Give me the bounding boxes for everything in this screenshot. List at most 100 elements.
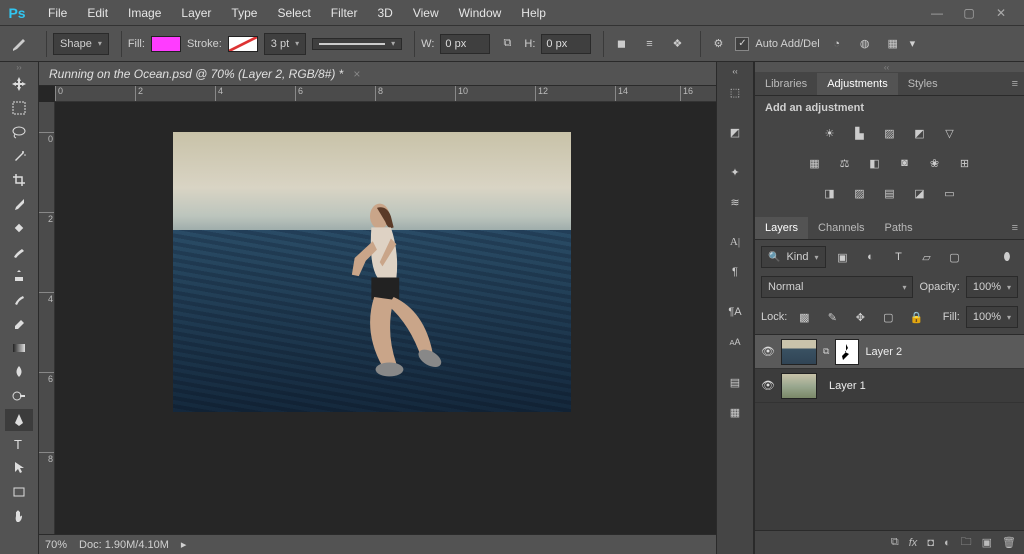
paragraph-panel-icon[interactable]: ¶ — [721, 258, 749, 286]
hue-sat-icon[interactable]: ▦ — [805, 154, 825, 172]
lock-pixels-icon[interactable]: ✎ — [821, 306, 843, 328]
magnet-icon[interactable]: ◔ — [826, 33, 848, 55]
bw-icon[interactable]: ◧ — [865, 154, 885, 172]
curves-icon[interactable]: ▨ — [880, 124, 900, 142]
rectangle-tool[interactable] — [5, 481, 33, 503]
eyedropper-tool[interactable] — [5, 193, 33, 215]
shape-mode-dropdown[interactable]: Shape ▾ — [53, 33, 109, 55]
layer-thumbnail[interactable] — [781, 339, 817, 365]
link-icon[interactable]: ⧉ — [496, 33, 518, 55]
history-brush-tool[interactable] — [5, 289, 33, 311]
close-button[interactable]: ✕ — [992, 6, 1010, 20]
layer-effects-icon[interactable]: fx — [909, 537, 918, 549]
tab-layers[interactable]: Layers — [755, 217, 808, 239]
height-input[interactable] — [541, 34, 591, 54]
blur-tool[interactable] — [5, 361, 33, 383]
threshold-icon[interactable]: ▤ — [880, 184, 900, 202]
menu-file[interactable]: File — [38, 2, 77, 24]
invert-icon[interactable]: ◨ — [820, 184, 840, 202]
menu-layer[interactable]: Layer — [171, 2, 221, 24]
align-icon[interactable]: ≡ — [638, 33, 660, 55]
exposure-icon[interactable]: ◩ — [910, 124, 930, 142]
new-adjustment-icon[interactable]: ◐ — [944, 537, 951, 549]
panel-menu-icon[interactable]: ≡ — [1006, 222, 1024, 234]
menu-edit[interactable]: Edit — [77, 2, 118, 24]
panel-handle[interactable]: ›› — [0, 62, 38, 72]
gear-icon[interactable]: ⚙ — [707, 33, 729, 55]
eraser-tool[interactable] — [5, 313, 33, 335]
menu-window[interactable]: Window — [449, 2, 512, 24]
ruler-horizontal[interactable]: 0 2 4 6 8 10 12 14 16 — [55, 86, 716, 102]
lasso-tool[interactable] — [5, 121, 33, 143]
char-styles-icon[interactable]: ¶A — [721, 298, 749, 326]
character-panel-icon[interactable]: A| — [721, 228, 749, 256]
tool-preset-picker[interactable] — [6, 32, 40, 56]
menu-select[interactable]: Select — [267, 2, 320, 24]
tab-channels[interactable]: Channels — [808, 217, 874, 239]
delete-layer-icon[interactable]: 🗑 — [1002, 536, 1016, 549]
brush-presets-icon[interactable]: ≋ — [721, 188, 749, 216]
menu-view[interactable]: View — [403, 2, 449, 24]
arrange-icon[interactable]: ❖ — [666, 33, 688, 55]
tab-adjustments[interactable]: Adjustments — [817, 73, 898, 95]
path-ops-icon[interactable]: ◼ — [610, 33, 632, 55]
lock-artboard-icon[interactable]: ▢ — [877, 306, 899, 328]
layer-thumbnail[interactable] — [781, 373, 817, 399]
add-mask-icon[interactable]: ◘ — [927, 537, 934, 549]
filter-smart-icon[interactable]: ▢ — [944, 246, 966, 268]
move-tool[interactable] — [5, 73, 33, 95]
dodge-tool[interactable] — [5, 385, 33, 407]
filter-toggle-icon[interactable]: ⬮ — [996, 246, 1018, 268]
stroke-style-dropdown[interactable]: ▾ — [312, 38, 402, 50]
3d-panel-icon[interactable]: ⬚ — [721, 78, 749, 106]
selective-color-icon[interactable]: ◪ — [910, 184, 930, 202]
filter-shape-icon[interactable]: ▱ — [916, 246, 938, 268]
visibility-toggle[interactable]: 👁 — [761, 345, 775, 358]
ruler-vertical[interactable]: 0 2 4 6 8 — [39, 102, 55, 534]
layer-filter-dropdown[interactable]: 🔍 Kind ▾ — [761, 246, 826, 268]
document-tab[interactable]: Running on the Ocean.psd @ 70% (Layer 2,… — [39, 62, 716, 86]
fill-opacity-dropdown[interactable]: 100%▾ — [966, 306, 1018, 328]
minimize-button[interactable]: — — [928, 6, 946, 20]
stroke-width-dropdown[interactable]: 3 pt ▾ — [264, 33, 306, 55]
visibility-toggle[interactable]: 👁 — [761, 379, 775, 392]
clone-stamp-tool[interactable] — [5, 265, 33, 287]
filter-adjust-icon[interactable]: ◐ — [860, 246, 882, 268]
layer-row[interactable]: 👁 ⧉ Layer 2 — [755, 335, 1024, 369]
color-lookup-icon[interactable]: ⊞ — [955, 154, 975, 172]
menu-filter[interactable]: Filter — [321, 2, 368, 24]
info-panel-icon[interactable]: ▦ — [721, 398, 749, 426]
layer-row[interactable]: 👁 Layer 1 — [755, 369, 1024, 403]
crop-tool[interactable] — [5, 169, 33, 191]
status-chevron-icon[interactable]: ▸ — [181, 538, 187, 551]
para-styles-icon[interactable]: AA — [721, 328, 749, 356]
lock-all-icon[interactable]: 🔒 — [905, 306, 927, 328]
tab-styles[interactable]: Styles — [898, 73, 948, 95]
canvas[interactable] — [55, 102, 716, 534]
brushes-panel-icon[interactable]: ✦ — [721, 158, 749, 186]
path-selection-tool[interactable] — [5, 457, 33, 479]
fill-color-swatch[interactable] — [151, 36, 181, 52]
gradient-tool[interactable] — [5, 337, 33, 359]
filter-type-icon[interactable]: T — [888, 246, 910, 268]
panel-menu-icon[interactable]: ≡ — [1006, 78, 1024, 90]
posterize-icon[interactable]: ▨ — [850, 184, 870, 202]
auto-add-del-checkbox[interactable]: ✓ — [735, 37, 749, 51]
filter-pixel-icon[interactable]: ▣ — [832, 246, 854, 268]
ring-icon[interactable]: ◍ — [854, 33, 876, 55]
layer-name[interactable]: Layer 1 — [829, 380, 866, 392]
tab-paths[interactable]: Paths — [875, 217, 923, 239]
healing-brush-tool[interactable] — [5, 217, 33, 239]
photo-filter-icon[interactable]: ◙ — [895, 154, 915, 172]
navigator-panel-icon[interactable]: ▤ — [721, 368, 749, 396]
magic-wand-tool[interactable] — [5, 145, 33, 167]
grid-icon[interactable]: ▦ — [882, 33, 904, 55]
color-balance-icon[interactable]: ⚖ — [835, 154, 855, 172]
link-layers-icon[interactable]: ⧉ — [891, 536, 899, 549]
opacity-dropdown[interactable]: 100%▾ — [966, 276, 1018, 298]
hand-tool[interactable] — [5, 505, 33, 527]
brush-tool[interactable] — [5, 241, 33, 263]
panel-handle[interactable]: ‹‹ — [721, 66, 749, 76]
zoom-level[interactable]: 70% — [45, 539, 67, 551]
width-input[interactable] — [440, 34, 490, 54]
